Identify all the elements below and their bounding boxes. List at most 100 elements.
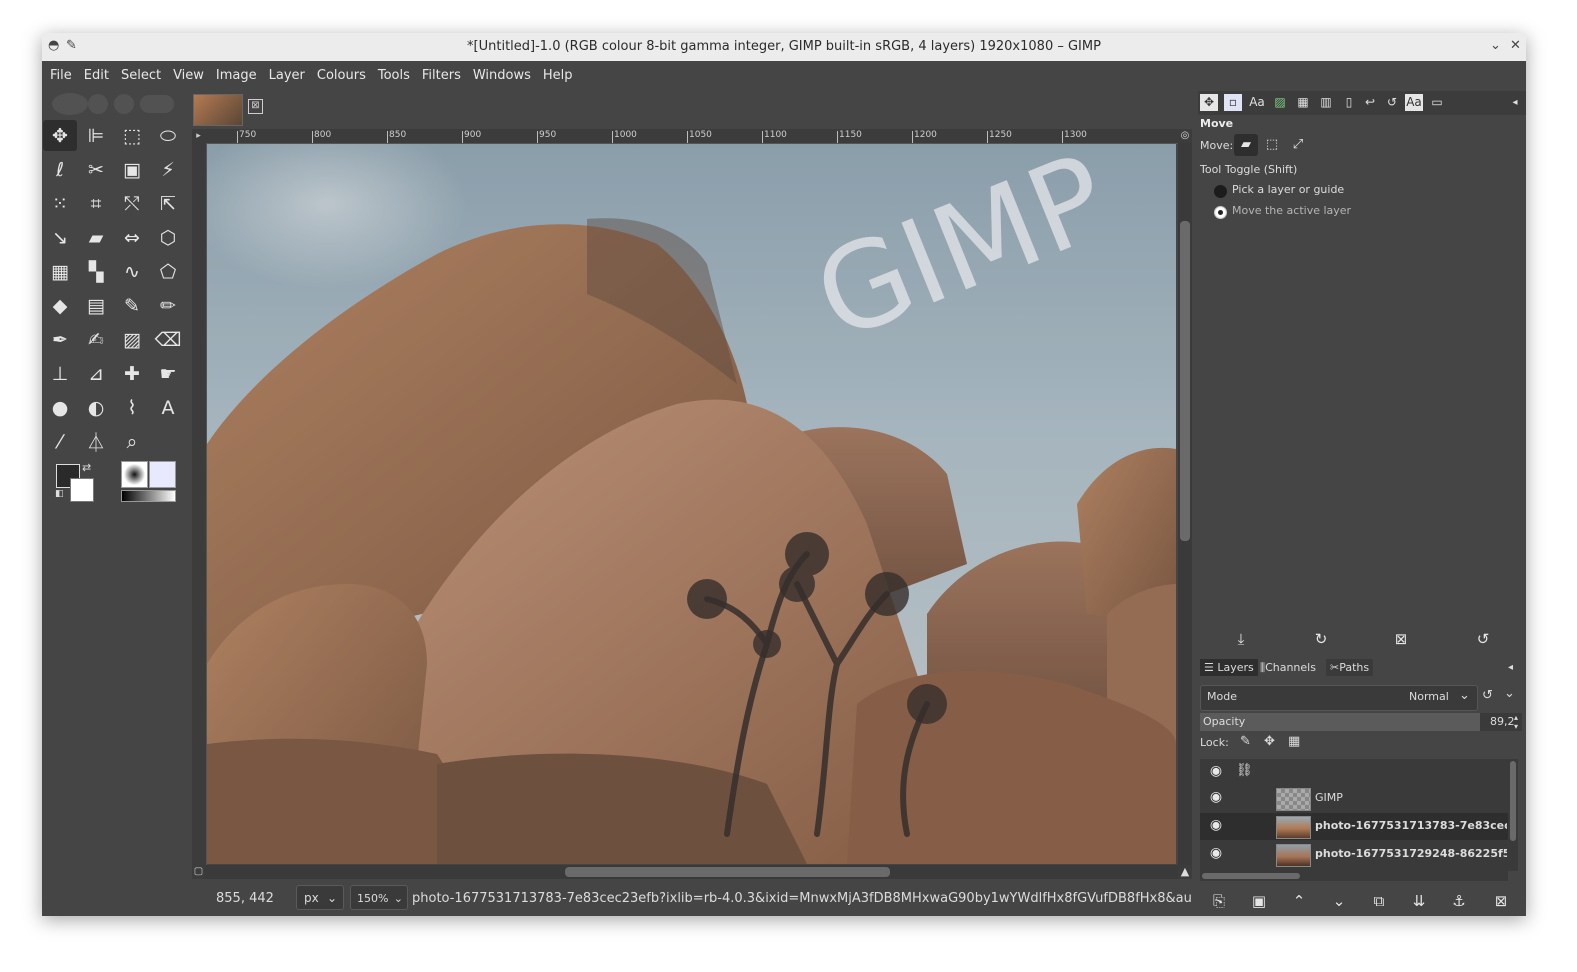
paths-tool-icon[interactable]: ⌇ — [115, 392, 149, 423]
align-tool-icon[interactable]: ⊫ — [79, 120, 113, 151]
tab-templates-icon[interactable]: ▭ — [1428, 94, 1446, 111]
reset-options-icon[interactable]: ↺ — [1470, 630, 1496, 650]
shear-tool-icon[interactable]: ▰ — [79, 222, 113, 253]
move-tool-icon[interactable]: ✥ — [43, 120, 77, 151]
lock-position-icon[interactable]: ✥ — [1264, 734, 1275, 749]
chevron-down-icon[interactable]: ⌄ — [1504, 686, 1515, 701]
scissors-select-icon[interactable]: ✂ — [79, 154, 113, 185]
layers-dock-menu-icon[interactable]: ◂ — [1508, 662, 1513, 673]
menu-view[interactable]: View — [167, 61, 210, 91]
unit-selector[interactable]: px ⌄ — [296, 885, 344, 910]
layer-mode-selector[interactable]: Mode Normal ⌄ — [1200, 685, 1478, 711]
eraser-icon[interactable]: ⌫ — [151, 324, 185, 355]
delete-layer-icon[interactable]: ⊠ — [1488, 892, 1514, 912]
radio-move-active-layer[interactable] — [1214, 206, 1227, 219]
navigate-icon[interactable]: ▲ — [1178, 865, 1192, 879]
smudge-tool-icon[interactable]: ☛ — [151, 358, 185, 389]
move-path-button[interactable]: ⤢ — [1286, 134, 1310, 156]
swap-colors-icon[interactable]: ⇄ — [82, 461, 91, 474]
perspective-clone-icon[interactable]: ⊿ — [79, 358, 113, 389]
vertical-scrollbar[interactable] — [1178, 143, 1192, 865]
grid-transform-icon[interactable]: ▦ — [43, 256, 77, 287]
by-color-select-icon[interactable]: ⁙ — [43, 188, 77, 219]
warp-transform-icon[interactable]: ⇱ — [151, 188, 185, 219]
quick-mask-icon[interactable]: ▢ — [192, 865, 205, 879]
duplicate-layer-icon[interactable]: ⧉ — [1366, 892, 1392, 912]
eye-icon[interactable]: ◉ — [1206, 817, 1226, 835]
new-layer-group-icon[interactable]: ▣ — [1246, 892, 1272, 912]
horizontal-scroll-thumb[interactable] — [565, 867, 890, 877]
zoom-selector[interactable]: 150% ⌄ — [350, 885, 408, 910]
cage-transform-icon[interactable]: ▚ — [79, 256, 113, 287]
heal-tool-icon[interactable]: ✚ — [115, 358, 149, 389]
lock-pixels-icon[interactable]: ✎ — [1240, 734, 1251, 749]
tab-layers[interactable]: ☰ Layers — [1200, 659, 1258, 676]
gradient-tool-icon[interactable]: ▤ — [79, 290, 113, 321]
tab-paths[interactable]: ✂Paths — [1326, 659, 1374, 676]
menu-help[interactable]: Help — [537, 61, 579, 91]
ellipse-select-icon[interactable]: ⬭ — [151, 120, 185, 151]
horizontal-scrollbar[interactable] — [205, 865, 1178, 879]
menu-windows[interactable]: Windows — [467, 61, 537, 91]
free-select-icon[interactable]: ℓ — [43, 154, 77, 185]
tab-device-status-icon[interactable]: ▫ — [1224, 94, 1242, 111]
tab-brushes-icon[interactable]: ▥ — [1317, 94, 1335, 111]
merge-layer-icon[interactable]: ⇊ — [1406, 892, 1432, 912]
blur-tool-icon[interactable]: ● — [43, 392, 77, 423]
tab-tool-options-icon[interactable]: ✥ — [1200, 94, 1218, 111]
text-tool-icon[interactable]: A — [151, 392, 185, 423]
new-layer-icon[interactable]: ⎘ — [1206, 892, 1232, 912]
bucket-fill-icon[interactable]: ◆ — [43, 290, 77, 321]
delete-options-icon[interactable]: ⊠ — [1388, 630, 1414, 650]
move-layer-button[interactable]: ▰ — [1234, 134, 1258, 156]
gradient-preview[interactable] — [121, 490, 176, 502]
eye-icon[interactable]: ◉ — [1206, 763, 1226, 781]
airbrush-icon[interactable]: ✒ — [43, 324, 77, 355]
menu-colours[interactable]: Colours — [311, 61, 372, 91]
zoom-tool-icon[interactable]: ⌕ — [115, 426, 149, 457]
close-icon[interactable]: ✕ — [1510, 38, 1521, 53]
eye-icon[interactable]: ◉ — [1206, 845, 1226, 863]
dodge-burn-icon[interactable]: ◐ — [79, 392, 113, 423]
background-color-swatch[interactable] — [70, 478, 94, 502]
eye-icon[interactable]: ◉ — [1206, 789, 1226, 807]
vertical-ruler[interactable] — [192, 143, 207, 865]
move-selection-button[interactable]: ⬚ — [1260, 134, 1284, 156]
measure-tool-icon[interactable]: ⏃ — [79, 426, 113, 457]
reset-mode-icon[interactable]: ↺ — [1482, 688, 1493, 703]
image-canvas[interactable]: GIMP — [207, 144, 1176, 864]
lower-layer-icon[interactable]: ⌄ — [1326, 892, 1352, 912]
flip-tool-icon[interactable]: ⇔ — [115, 222, 149, 253]
tab-paint-dynamics-icon[interactable]: ↺ — [1383, 94, 1401, 111]
minimize-icon[interactable]: ⌄ — [1490, 38, 1501, 53]
unified-transform-icon[interactable]: ⤲ — [115, 188, 149, 219]
chain-icon[interactable]: ⛓ — [1236, 763, 1253, 778]
tab-fonts-icon[interactable]: Aa — [1248, 94, 1266, 111]
menu-select[interactable]: Select — [115, 61, 167, 91]
menu-layer[interactable]: Layer — [263, 61, 311, 91]
clone-tool-icon[interactable]: ⊥ — [43, 358, 77, 389]
spin-arrows-icon[interactable]: ▴ ▾ — [1514, 713, 1518, 731]
layer-row[interactable]: ◉ photo-1677531729248-86225f5c1fb6? — [1200, 841, 1508, 868]
tab-undo-history-icon[interactable]: ↩ — [1361, 94, 1379, 111]
3d-transform-icon[interactable]: ⬠ — [151, 256, 185, 287]
warp-icon[interactable]: ∿ — [115, 256, 149, 287]
ink-tool-icon[interactable]: ✍ — [79, 324, 113, 355]
image-tab-thumbnail[interactable] — [193, 94, 243, 126]
ruler-corner-icon[interactable]: ▸ — [192, 129, 205, 143]
foreground-select-icon[interactable]: ▣ — [115, 154, 149, 185]
opacity-slider[interactable]: Opacity 89,2 ▴ ▾ — [1200, 713, 1522, 731]
rect-select-icon[interactable]: ⬚ — [115, 120, 149, 151]
perspective-tool-icon[interactable]: ⬡ — [151, 222, 185, 253]
tab-channels[interactable]: ⫼Channels — [1256, 659, 1320, 677]
lock-alpha-icon[interactable]: ▦ — [1288, 734, 1300, 749]
color-picker-icon[interactable]: ⁄ — [43, 426, 77, 457]
tab-close-icon[interactable]: ⊠ — [248, 99, 263, 114]
horizontal-ruler[interactable]: 750 800 850 900 950 1000 1050 1100 1150 1200 1250 1… — [205, 129, 1178, 144]
restore-options-icon[interactable]: ↻ — [1308, 630, 1334, 650]
layer-row[interactable]: ◉ GIMP — [1200, 785, 1508, 812]
pencil-icon[interactable]: ✏ — [151, 290, 185, 321]
layers-hscroll[interactable] — [1200, 871, 1508, 881]
tab-gradients-icon[interactable]: ▯ — [1340, 94, 1358, 111]
tab-text-icon[interactable]: Aa — [1405, 94, 1423, 111]
